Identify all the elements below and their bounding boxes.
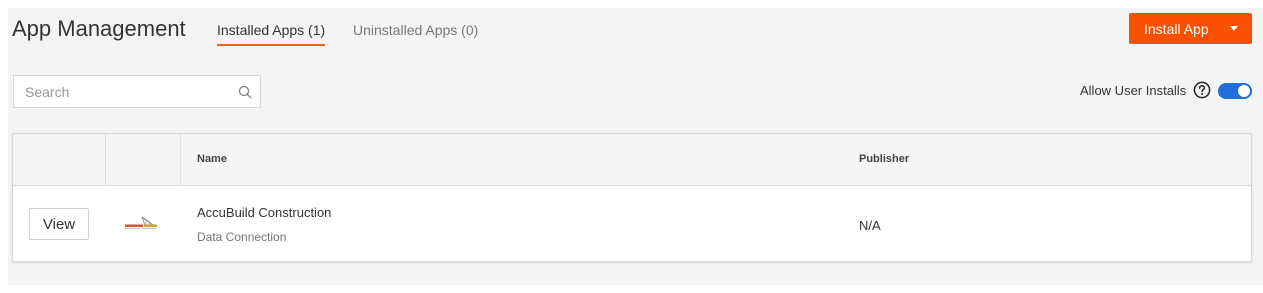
table-row: View AccuBuild Construction Data Connect… xyxy=(13,186,1251,261)
column-divider xyxy=(180,134,181,185)
app-management-page: App Management Installed Apps (1) Uninst… xyxy=(8,8,1263,285)
publisher-value: N/A xyxy=(859,218,881,233)
search-icon[interactable] xyxy=(238,85,252,99)
tab-installed-apps[interactable]: Installed Apps (1) xyxy=(217,22,326,46)
tab-uninstalled-apps[interactable]: Uninstalled Apps (0) xyxy=(353,22,478,38)
allow-user-installs-label: Allow User Installs xyxy=(1080,83,1187,98)
accubuild-logo-icon xyxy=(125,216,157,229)
column-header-publisher: Publisher xyxy=(859,153,910,165)
column-header-name: Name xyxy=(197,153,227,165)
app-name: AccuBuild Construction xyxy=(197,205,332,220)
page-title: App Management xyxy=(12,16,186,41)
install-app-label: Install App xyxy=(1144,20,1209,37)
search-input[interactable] xyxy=(14,76,224,107)
column-divider xyxy=(105,134,106,185)
install-app-button[interactable]: Install App xyxy=(1129,13,1252,44)
chevron-down-icon[interactable] xyxy=(1230,26,1238,31)
search-box xyxy=(13,75,261,108)
view-button[interactable]: View xyxy=(29,208,89,240)
app-type: Data Connection xyxy=(197,230,287,244)
toggle-knob xyxy=(1238,85,1250,97)
table-header: Name Publisher xyxy=(13,134,1251,186)
apps-table: Name Publisher View AccuBuild Constructi… xyxy=(12,133,1252,262)
allow-user-installs-toggle[interactable] xyxy=(1218,83,1252,99)
help-icon[interactable] xyxy=(1193,81,1211,99)
